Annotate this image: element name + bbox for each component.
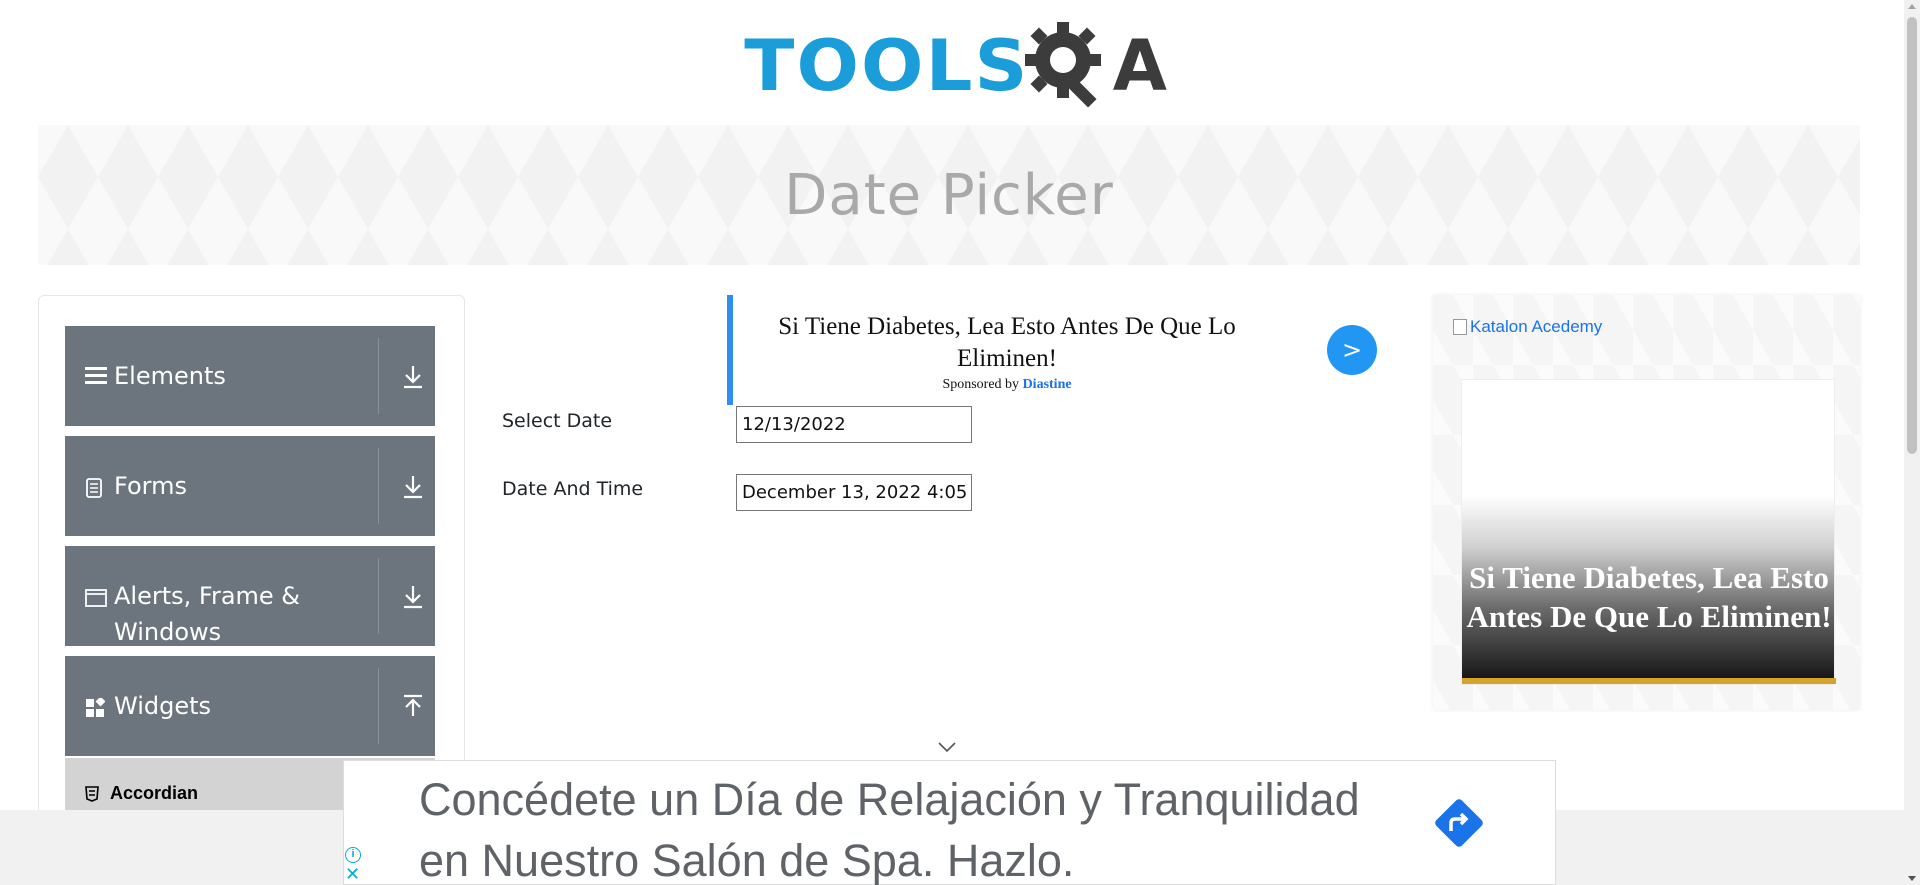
page-scrollbar[interactable]: [1904, 0, 1920, 885]
sidebar-group-label: Widgets: [114, 692, 212, 720]
sidebar-group-label: Alerts, Frame & Windows: [114, 582, 301, 646]
ad-info-icon[interactable]: i: [345, 847, 361, 863]
widgets-icon: [85, 696, 107, 720]
select-date-label: Select Date: [502, 410, 613, 432]
sponsored-ad-bottom[interactable]: Concédete un Día de Relajación y Tranqui…: [343, 760, 1556, 885]
ad-accent-bar: [727, 295, 733, 405]
ad-card-accent: [1462, 678, 1836, 684]
ad-bottom-text[interactable]: Concédete un Día de Relajación y Tranqui…: [419, 769, 1399, 885]
download-icon[interactable]: [400, 582, 426, 612]
scroll-up-arrow-icon[interactable]: [1908, 4, 1916, 9]
scroll-down-arrow-icon[interactable]: [1908, 876, 1916, 881]
sidebar-group-alerts[interactable]: Alerts, Frame & Windows: [65, 546, 435, 646]
ad-card[interactable]: Si Tiene Diabetes, Lea Esto Antes De Que…: [1461, 379, 1836, 685]
divider: [378, 338, 379, 414]
ad-headline[interactable]: Si Tiene Diabetes, Lea Esto Antes De Que…: [767, 311, 1247, 375]
sponsored-ad-top[interactable]: Si Tiene Diabetes, Lea Esto Antes De Que…: [727, 295, 1387, 405]
sidebar-group-elements[interactable]: Elements: [65, 326, 435, 426]
download-icon[interactable]: [400, 362, 426, 392]
ad-close-icon[interactable]: ✕: [345, 865, 360, 883]
broken-image-icon: [1453, 319, 1467, 335]
sidebar-group-widgets[interactable]: Widgets: [65, 656, 435, 756]
document-icon: [85, 478, 107, 500]
divider: [378, 448, 379, 524]
ad-card-text: Si Tiene Diabetes, Lea Esto Antes De Que…: [1466, 560, 1832, 634]
sidebar-item-label: Accordian: [110, 783, 199, 803]
divider: [378, 558, 379, 634]
ad-sponsor-name[interactable]: Diastine: [1023, 377, 1072, 392]
sidebar-group-forms[interactable]: Forms: [65, 436, 435, 536]
ad-sponsored-prefix: Sponsored by: [942, 377, 1020, 392]
sidebar-group-label: Elements: [114, 362, 226, 390]
date-time-label: Date And Time: [502, 478, 644, 500]
upload-icon[interactable]: [400, 692, 426, 722]
gear-magnifier-icon: [1024, 22, 1101, 108]
toolsqa-logo[interactable]: TOOLS A: [744, 18, 1169, 114]
chevron-down-icon[interactable]: [937, 740, 957, 758]
ad-sponsor-line: Sponsored by Diastine: [767, 377, 1247, 393]
badge-icon: [85, 786, 99, 805]
divider: [378, 668, 379, 744]
directions-icon[interactable]: [1429, 793, 1489, 853]
page-title: Date Picker: [784, 162, 1114, 228]
logo-text-tools: TOOLS: [744, 25, 1030, 107]
download-icon[interactable]: [400, 472, 426, 502]
hamburger-icon: [85, 365, 107, 387]
image-alt-text: Katalon Acedemy: [1470, 317, 1603, 336]
date-time-input[interactable]: [736, 474, 972, 511]
sidebar-group-label: Forms: [114, 472, 187, 500]
logo-text-a: A: [1112, 25, 1169, 107]
window-icon: [85, 588, 107, 610]
broken-image-link[interactable]: Katalon Acedemy: [1453, 317, 1602, 337]
ad-go-button[interactable]: >: [1327, 325, 1377, 375]
page-banner: Date Picker: [38, 125, 1860, 265]
select-date-input[interactable]: [736, 406, 972, 443]
sidebar-ad-right[interactable]: Katalon Acedemy Si Tiene Diabetes, Lea E…: [1433, 295, 1860, 710]
scrollbar-thumb[interactable]: [1907, 17, 1917, 454]
